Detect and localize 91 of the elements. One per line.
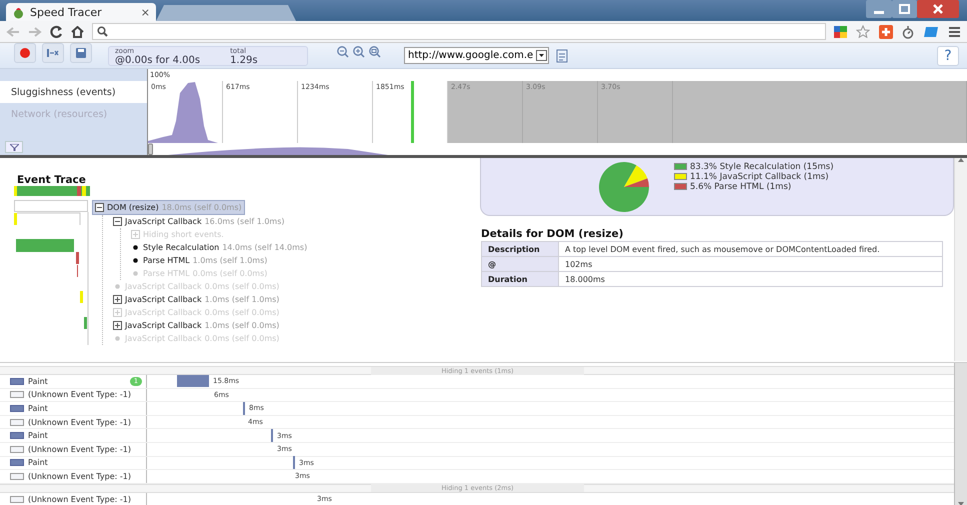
search-icon [97, 26, 108, 37]
event-type-swatch [10, 432, 24, 440]
legend-label: 83.3% Style Recalculation (15ms) [690, 162, 834, 172]
help-button[interactable]: ? [937, 46, 959, 66]
bullet-icon [131, 256, 140, 265]
tab-title: Speed Tracer [30, 6, 103, 18]
timing-text: 16.0ms (self 1.0ms) [204, 217, 285, 226]
detail-value: 18.000ms [558, 272, 942, 286]
tree-item-label[interactable]: JavaScript Callback [125, 217, 202, 226]
event-type-label: (Unknown Event Type: -1) [28, 418, 131, 427]
tree-item-label[interactable]: Parse HTML [143, 256, 190, 265]
event-type-swatch [10, 496, 24, 503]
filter-button[interactable] [5, 141, 23, 153]
scrollbar-track[interactable] [954, 363, 967, 505]
detail-value: A top level DOM event fired, such as mousemove or DOMContentLoaded fired. [558, 242, 942, 256]
total-value: 1.29s [230, 56, 258, 64]
dropdown-caret-icon [539, 54, 544, 57]
event-type-swatch [10, 404, 24, 412]
menu-icon[interactable] [948, 26, 961, 38]
event-type-label: (Unknown Event Type: -1) [28, 472, 131, 481]
colored-squares-icon[interactable] [834, 26, 847, 38]
event-type-label: (Unknown Event Type: -1) [28, 444, 131, 454]
detail-key: Duration [482, 272, 558, 286]
scroll-handle[interactable] [148, 143, 153, 155]
event-type-label: Paint [28, 458, 48, 468]
zoom-out-icon[interactable] [336, 46, 350, 58]
detail-value: 102ms [558, 256, 942, 272]
url-dropdown[interactable]: http://www.google.com.e [404, 47, 550, 64]
save-button[interactable] [70, 42, 92, 62]
event-type-label: Paint [28, 376, 48, 386]
legend-label: 11.1% JavaScript Callback (1ms) [690, 172, 829, 182]
record-button[interactable] [14, 42, 36, 62]
detail-key: Description [482, 242, 558, 256]
tree-item-label[interactable]: JavaScript Callback [125, 295, 202, 304]
overview-tab[interactable]: Sluggishness (events) [0, 81, 147, 103]
blurred-tab-icon [156, 5, 296, 21]
bullet-icon [131, 269, 140, 278]
panel-title: Event Trace [17, 174, 87, 186]
legend-label: 5.6% Parse HTML (1ms) [690, 182, 792, 192]
detail-key: @ [482, 256, 558, 272]
timing-text: 14.0ms (self 14.0ms) [222, 243, 308, 252]
funnel-icon [10, 144, 18, 150]
event-type-swatch [10, 391, 24, 398]
details-title: Details for DOM (resize) [481, 228, 624, 240]
close-icon[interactable] [917, 0, 959, 18]
tile-icon[interactable] [923, 26, 939, 38]
event-type-swatch [10, 378, 24, 385]
selected-tree-row[interactable]: DOM (resize) 18.0ms (self 0.0ms) [92, 200, 245, 215]
tree-item-label[interactable]: Style Recalculation [143, 243, 220, 252]
flame-logo-icon [12, 6, 25, 18]
bar-cross-icon [47, 48, 59, 56]
record-icon [20, 48, 30, 58]
bullet-icon [113, 334, 122, 343]
collapse-toggle-icon[interactable] [113, 217, 122, 226]
event-type-swatch [10, 418, 24, 426]
timing-text: 1.0ms (self 1.0ms) [204, 295, 280, 304]
url-text: http://www.google.com.e [408, 50, 534, 61]
maximize-icon[interactable] [892, 0, 917, 18]
event-type-label: Paint [28, 431, 48, 440]
sluggishness-graph-drawing [148, 81, 218, 143]
tree-item-label[interactable]: DOM (resize) [107, 203, 159, 212]
expand-toggle-icon[interactable] [113, 321, 122, 330]
timing-text: 18.0ms (self 0.0ms) [162, 203, 242, 212]
browser-tab[interactable]: Speed Tracer × [6, 3, 156, 21]
zoom-value: @0.00s for 4.00s [115, 56, 200, 64]
home-icon[interactable] [71, 26, 84, 38]
bullet-icon [131, 243, 140, 252]
expand-toggle-icon[interactable] [113, 295, 122, 304]
event-type-label: (Unknown Event Type: -1) [28, 494, 131, 504]
event-type-swatch [10, 472, 24, 480]
bullet-icon [113, 282, 122, 291]
event-type-label: Paint [28, 404, 48, 413]
zoom-in-icon[interactable] [352, 46, 366, 58]
scrollbar[interactable] [954, 158, 967, 361]
scroll-down-icon [958, 502, 964, 505]
event-type-label: (Unknown Event Type: -1) [28, 390, 131, 400]
minimize-icon[interactable] [866, 0, 892, 18]
reload-icon[interactable] [50, 25, 63, 38]
event-type-swatch [10, 459, 24, 466]
collapse-toggle-icon[interactable] [95, 203, 104, 212]
stopwatch-icon[interactable] [902, 24, 914, 38]
zoom-fit-icon[interactable] [368, 46, 382, 58]
close-tab-button[interactable]: × [140, 6, 150, 18]
timing-text: 1.0ms (self 1.0ms) [192, 256, 268, 265]
star-icon[interactable] [856, 25, 870, 38]
timing-text: 1.0ms (self 0.0ms) [204, 321, 280, 330]
time-marker-line [411, 81, 414, 143]
clear-button[interactable] [42, 42, 64, 62]
plus-extension-icon[interactable] [879, 24, 893, 38]
tree-item-label[interactable]: JavaScript Callback [125, 321, 202, 330]
event-type-swatch [10, 446, 24, 453]
